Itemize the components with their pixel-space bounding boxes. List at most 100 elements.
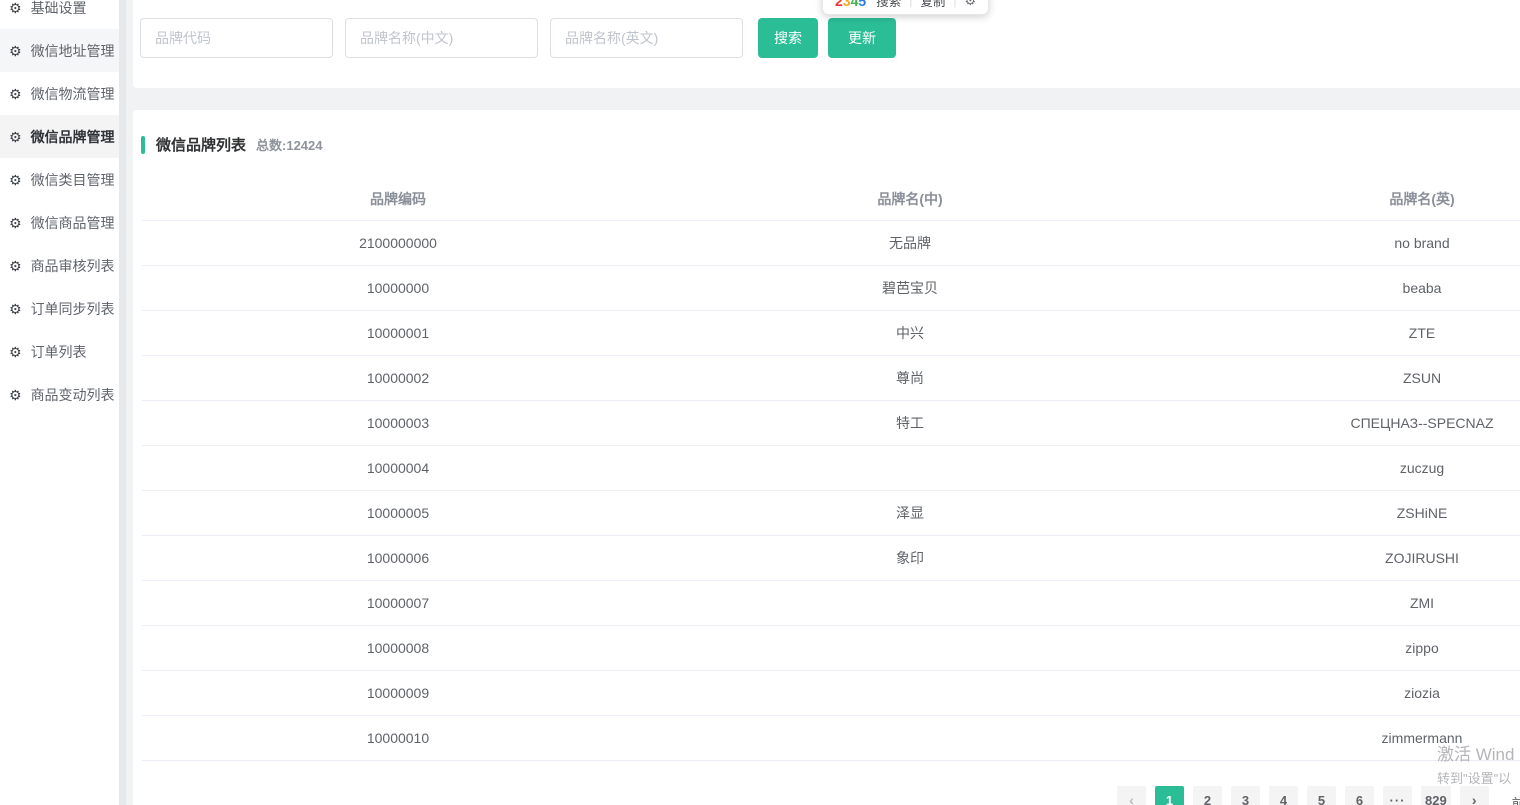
sidebar-item-label: 微信类目管理 — [30, 171, 115, 188]
more-pages-ellipsis[interactable]: ··· — [1383, 786, 1412, 805]
cell-brand-code: 10000003 — [142, 400, 654, 446]
sidebar-item-label: 微信商品管理 — [30, 214, 115, 231]
sidebar: ⚙ 基础设置 ⚙ 微信地址管理 ⚙ 微信物流管理 ⚙ 微信品牌管理 ⚙ 微信类目… — [0, 0, 119, 805]
app-viewport: ⚙ 基础设置 ⚙ 微信地址管理 ⚙ 微信物流管理 ⚙ 微信品牌管理 ⚙ 微信类目… — [0, 0, 1520, 805]
header-brand-name-cn: 品牌名(中) — [654, 178, 1166, 221]
page-button-4[interactable]: 4 — [1269, 786, 1298, 805]
brand-name-cn-input[interactable] — [345, 18, 538, 58]
gear-icon[interactable]: ⚙ — [964, 0, 976, 9]
cell-brand-code: 10000002 — [142, 355, 654, 401]
cell-brand-code: 10000008 — [142, 625, 654, 671]
gear-icon: ⚙ — [9, 257, 22, 274]
cell-brand-code: 10000004 — [142, 445, 654, 491]
table-row: 10000004 zuczug — [142, 445, 1520, 491]
cell-brand-code: 10000009 — [142, 670, 654, 716]
table-row: 10000002 尊尚 ZSUN — [142, 355, 1520, 401]
table-body: 2100000000 无品牌 no brand 10000000 碧芭宝贝 be… — [142, 220, 1520, 761]
table-row: 10000007 ZMI — [142, 580, 1520, 626]
page-button-3[interactable]: 3 — [1231, 786, 1260, 805]
cell-brand-code: 10000001 — [142, 310, 654, 356]
table-row: 10000009 ziozia — [142, 670, 1520, 716]
cell-brand-name-cn: 尊尚 — [654, 355, 1166, 401]
cell-brand-code: 10000006 — [142, 535, 654, 581]
cell-brand-name-en: zimmermann — [1166, 715, 1520, 761]
page-button-5[interactable]: 5 — [1307, 786, 1336, 805]
cell-brand-name-cn — [654, 670, 1166, 716]
sidebar-item-label: 微信品牌管理 — [30, 128, 115, 145]
cell-brand-name-cn — [654, 580, 1166, 626]
gear-icon: ⚙ — [9, 386, 22, 403]
sidebar-item-wechat-brand[interactable]: ⚙ 微信品牌管理 — [0, 115, 119, 158]
pagination: ‹ 123456 ··· 829 › 前往 — [1117, 786, 1520, 805]
total-count: 总数:12424 — [256, 138, 323, 153]
cell-brand-name-en: ziozia — [1166, 670, 1520, 716]
cell-brand-name-cn: 中兴 — [654, 310, 1166, 356]
update-button[interactable]: 更新 — [828, 18, 896, 58]
sidebar-item-order-sync-list[interactable]: ⚙ 订单同步列表 — [0, 287, 119, 330]
page-button-2[interactable]: 2 — [1193, 786, 1222, 805]
brand-list-panel: 微信品牌列表 总数:12424 品牌编码 品牌名(中) 品牌名(英) 21000… — [133, 110, 1520, 805]
page-button-6[interactable]: 6 — [1345, 786, 1374, 805]
popup-divider: | — [909, 0, 913, 8]
sidebar-item-base-settings[interactable]: ⚙ 基础设置 — [0, 0, 119, 29]
gear-icon: ⚙ — [9, 0, 22, 16]
gear-icon: ⚙ — [9, 171, 22, 188]
prev-page-button[interactable]: ‹ — [1117, 786, 1146, 805]
cell-brand-code: 10000010 — [142, 715, 654, 761]
table-row: 10000001 中兴 ZTE — [142, 310, 1520, 356]
sidebar-item-wechat-category[interactable]: ⚙ 微信类目管理 — [0, 158, 119, 201]
sidebar-item-wechat-product[interactable]: ⚙ 微信商品管理 — [0, 201, 119, 244]
sidebar-items: ⚙ 基础设置 ⚙ 微信地址管理 ⚙ 微信物流管理 ⚙ 微信品牌管理 ⚙ 微信类目… — [0, 0, 119, 416]
cell-brand-name-en: no brand — [1166, 220, 1520, 266]
cell-brand-name-cn — [654, 715, 1166, 761]
cell-brand-name-en: ZSHiNE — [1166, 490, 1520, 536]
search-button[interactable]: 搜索 — [758, 18, 818, 58]
cell-brand-name-cn — [654, 445, 1166, 491]
2345-logo: 2345 — [835, 0, 867, 9]
page-button-829[interactable]: 829 — [1421, 786, 1451, 805]
table-row: 10000003 特工 СПЕЦНАЗ--SPECNAZ — [142, 400, 1520, 446]
cell-brand-name-en: zuczug — [1166, 445, 1520, 491]
table-row: 10000000 碧芭宝贝 beaba — [142, 265, 1520, 311]
next-page-button[interactable]: › — [1459, 786, 1489, 805]
popup-copy-action[interactable]: 复制 — [920, 0, 945, 10]
sidebar-item-label: 订单列表 — [30, 343, 87, 360]
sidebar-item-label: 基础设置 — [30, 0, 87, 16]
cell-brand-name-en: СПЕЦНАЗ--SPECNAZ — [1166, 400, 1520, 446]
accent-bar — [141, 135, 145, 154]
sidebar-item-product-audit-list[interactable]: ⚙ 商品审核列表 — [0, 244, 119, 287]
gear-icon: ⚙ — [9, 42, 22, 59]
table-row: 2100000000 无品牌 no brand — [142, 220, 1520, 266]
table-header: 品牌编码 品牌名(中) 品牌名(英) — [142, 178, 1520, 221]
panel-title: 微信品牌列表 — [156, 137, 247, 154]
main-content: 搜索 更新 微信品牌列表 总数:12424 品牌编码 品牌名(中) 品牌名(英) — [126, 0, 1520, 805]
brand-code-input[interactable] — [140, 18, 333, 58]
brand-name-en-input[interactable] — [550, 18, 743, 58]
popup-search-action[interactable]: 搜索 — [876, 0, 901, 10]
cell-brand-name-en: ZSUN — [1166, 355, 1520, 401]
sidebar-item-wechat-address[interactable]: ⚙ 微信地址管理 — [0, 29, 119, 72]
sidebar-item-product-change-list[interactable]: ⚙ 商品变动列表 — [0, 373, 119, 416]
cell-brand-code: 10000005 — [142, 490, 654, 536]
cell-brand-code: 10000007 — [142, 580, 654, 626]
sidebar-item-label: 订单同步列表 — [30, 300, 115, 317]
sidebar-item-order-list[interactable]: ⚙ 订单列表 — [0, 330, 119, 373]
sidebar-scrollbar[interactable] — [119, 0, 126, 805]
sidebar-item-label: 商品审核列表 — [30, 257, 115, 274]
page-button-1[interactable]: 1 — [1155, 786, 1184, 805]
brand-table: 品牌编码 品牌名(中) 品牌名(英) 2100000000 无品牌 no bra… — [142, 178, 1520, 761]
gear-icon: ⚙ — [9, 128, 22, 145]
popup-divider: | — [953, 0, 957, 8]
gear-icon: ⚙ — [9, 300, 22, 317]
cell-brand-name-en: zippo — [1166, 625, 1520, 671]
selection-toolbar-popup: 2345 搜索 | 复制 | ⚙ — [822, 0, 990, 15]
cell-brand-name-en: ZMI — [1166, 580, 1520, 626]
cell-brand-name-cn — [654, 625, 1166, 671]
sidebar-item-label: 微信地址管理 — [30, 42, 115, 59]
search-form: 搜索 更新 — [140, 18, 896, 58]
sidebar-item-wechat-logistics[interactable]: ⚙ 微信物流管理 — [0, 72, 119, 115]
cell-brand-name-cn: 特工 — [654, 400, 1166, 446]
table-row: 10000010 zimmermann — [142, 715, 1520, 761]
goto-page-label: 前往 — [1511, 796, 1520, 805]
sidebar-item-label: 微信物流管理 — [30, 85, 115, 102]
